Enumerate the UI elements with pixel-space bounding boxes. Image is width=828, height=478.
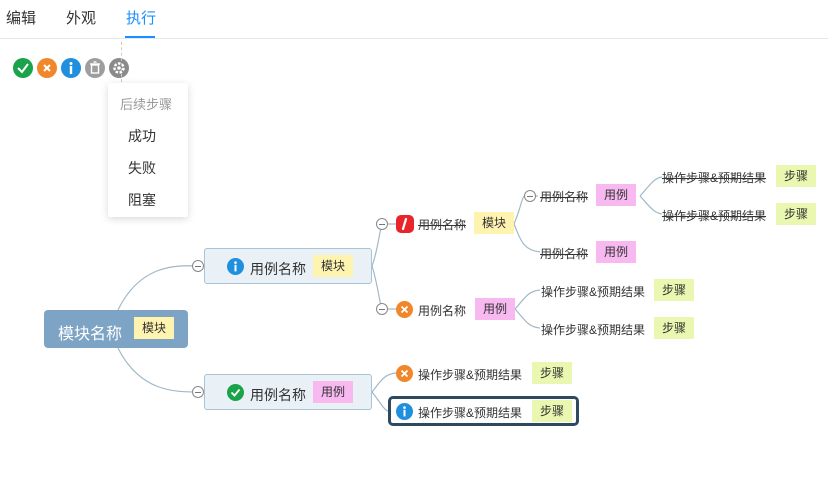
collapse-toggle[interactable]	[376, 218, 388, 230]
x-icon	[396, 301, 413, 318]
blocked-icon	[396, 215, 414, 233]
module-tag: 模块	[313, 255, 353, 277]
node-label: 模块名称	[58, 326, 123, 343]
step-tag: 步骤	[776, 203, 816, 225]
case-tag: 用例	[475, 298, 515, 320]
collapse-toggle[interactable]	[524, 190, 536, 202]
case-tag: 用例	[313, 381, 353, 403]
node-label[interactable]: 操作步骤&预期结果	[662, 169, 766, 186]
root-node[interactable]: 模块名称 模块	[44, 310, 188, 348]
module-tag: 模块	[474, 212, 514, 234]
node-label[interactable]: 操作步骤&预期结果	[662, 207, 766, 224]
step-tag: 步骤	[654, 279, 694, 301]
collapse-toggle[interactable]	[192, 386, 204, 398]
node-label[interactable]: 操作步骤&预期结果	[541, 321, 645, 338]
node-label: 用例名称	[250, 261, 306, 277]
case-tag: 用例	[596, 241, 636, 263]
x-icon	[396, 365, 413, 382]
node-label[interactable]: 操作步骤&预期结果	[418, 366, 522, 383]
step-tag: 步骤	[654, 317, 694, 339]
node-label[interactable]: 用例名称	[418, 216, 466, 233]
case-node[interactable]: 用例名称 模块	[204, 248, 372, 284]
step-tag: 步骤	[532, 362, 572, 384]
case-tag: 用例	[596, 184, 636, 206]
collapse-toggle[interactable]	[376, 303, 388, 315]
check-icon	[227, 384, 244, 401]
module-tag: 模块	[134, 317, 174, 339]
node-label[interactable]: 用例名称	[540, 188, 588, 205]
step-tag: 步骤	[532, 400, 572, 422]
info-icon	[227, 258, 244, 275]
info-icon	[396, 403, 413, 420]
step-tag: 步骤	[776, 165, 816, 187]
case-node[interactable]: 用例名称 用例	[204, 374, 372, 410]
collapse-toggle[interactable]	[192, 260, 204, 272]
node-label[interactable]: 用例名称	[540, 245, 588, 262]
node-label[interactable]: 操作步骤&预期结果	[541, 283, 645, 300]
node-label[interactable]: 操作步骤&预期结果	[418, 404, 522, 421]
node-label[interactable]: 用例名称	[418, 302, 466, 319]
node-label: 用例名称	[250, 387, 306, 403]
